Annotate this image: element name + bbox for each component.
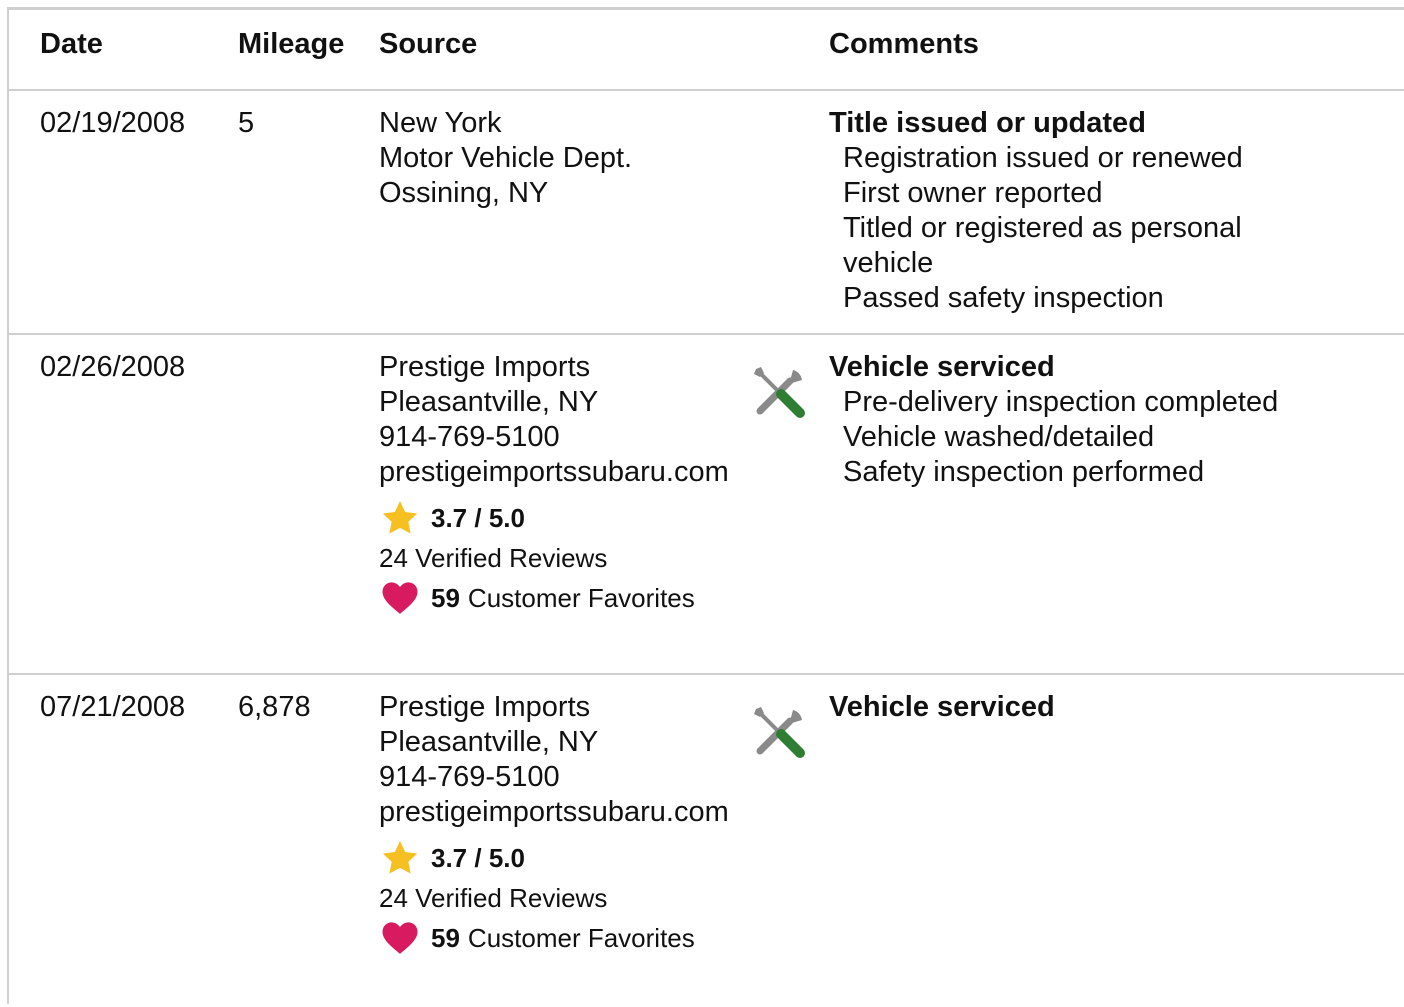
comment-item: Passed safety inspection <box>843 282 1164 314</box>
heart-icon <box>382 582 418 614</box>
record-comments: Vehicle serviced Pre-delivery inspection… <box>829 350 1349 490</box>
source-agency: Motor Vehicle Dept. <box>379 142 633 174</box>
wrench-screwdriver-icon <box>754 367 805 418</box>
comment-item: Pre-delivery inspection completed <box>843 386 1279 418</box>
header-source: Source <box>379 28 478 60</box>
source-website-link[interactable]: prestigeimportssubaru.com <box>379 795 739 830</box>
comment-item: Vehicle washed/detailed <box>843 421 1155 453</box>
record-source: Prestige Imports Pleasantville, NY 914-7… <box>379 690 739 958</box>
comment-item: Titled or registered as personal vehicle <box>843 212 1242 279</box>
header-comments: Comments <box>829 28 979 60</box>
source-name: New York <box>379 107 502 139</box>
favorites-label: Customer Favorites <box>467 582 695 613</box>
record-mileage: 5 <box>238 107 255 139</box>
rating-score: 3.7 / 5.0 <box>431 842 525 873</box>
table-row: 02/26/2008 Prestige Imports Pleasantvill… <box>9 335 1404 673</box>
table-header: Date Mileage Source Comments <box>9 10 1404 90</box>
record-comments: Vehicle serviced <box>829 690 1349 725</box>
record-date: 07/21/2008 <box>40 691 186 723</box>
record-mileage: 6,878 <box>238 691 311 723</box>
verified-reviews-link[interactable]: 24 Verified Reviews <box>379 880 739 916</box>
star-icon <box>382 501 418 534</box>
record-source: Prestige Imports Pleasantville, NY 914-7… <box>379 350 739 618</box>
favorites-count: 59 <box>431 922 460 953</box>
table-row: 07/21/2008 6,878 Prestige Imports Pleasa… <box>9 675 1404 1007</box>
history-table: Date Mileage Source Comments 02/19/2008 … <box>7 7 1404 1004</box>
customer-favorites: 59 Customer Favorites <box>379 578 739 618</box>
source-phone[interactable]: 914-769-5100 <box>379 420 739 455</box>
record-date: 02/19/2008 <box>40 107 186 139</box>
source-name: Prestige Imports <box>379 691 591 723</box>
source-location: Pleasantville, NY <box>379 386 599 418</box>
heart-icon <box>382 922 418 954</box>
table-row: 02/19/2008 5 New York Motor Vehicle Dept… <box>9 91 1404 333</box>
verified-reviews-link[interactable]: 24 Verified Reviews <box>379 540 739 576</box>
rating-score: 3.7 / 5.0 <box>431 502 525 533</box>
source-location: Ossining, NY <box>379 177 549 209</box>
header-mileage: Mileage <box>238 28 345 60</box>
record-comments: Title issued or updated Registration iss… <box>829 106 1309 316</box>
header-date: Date <box>40 28 103 60</box>
favorites-count: 59 <box>431 582 460 613</box>
rating: 3.7 / 5.0 <box>379 498 739 538</box>
comment-title: Vehicle serviced <box>829 691 1055 723</box>
source-phone[interactable]: 914-769-5100 <box>379 760 739 795</box>
star-icon <box>382 841 418 874</box>
comment-item: Registration issued or renewed <box>843 142 1243 174</box>
comment-title: Title issued or updated <box>829 107 1146 139</box>
source-website-link[interactable]: prestigeimportssubaru.com <box>379 455 739 490</box>
wrench-screwdriver-icon <box>754 707 805 758</box>
comment-item: Safety inspection performed <box>843 456 1205 488</box>
comment-item: First owner reported <box>843 177 1103 209</box>
comment-title: Vehicle serviced <box>829 351 1055 383</box>
source-location: Pleasantville, NY <box>379 726 599 758</box>
record-date: 02/26/2008 <box>40 351 186 383</box>
source-name: Prestige Imports <box>379 351 591 383</box>
favorites-label: Customer Favorites <box>467 922 695 953</box>
customer-favorites: 59 Customer Favorites <box>379 918 739 958</box>
rating: 3.7 / 5.0 <box>379 838 739 878</box>
record-source: New York Motor Vehicle Dept. Ossining, N… <box>379 106 632 211</box>
